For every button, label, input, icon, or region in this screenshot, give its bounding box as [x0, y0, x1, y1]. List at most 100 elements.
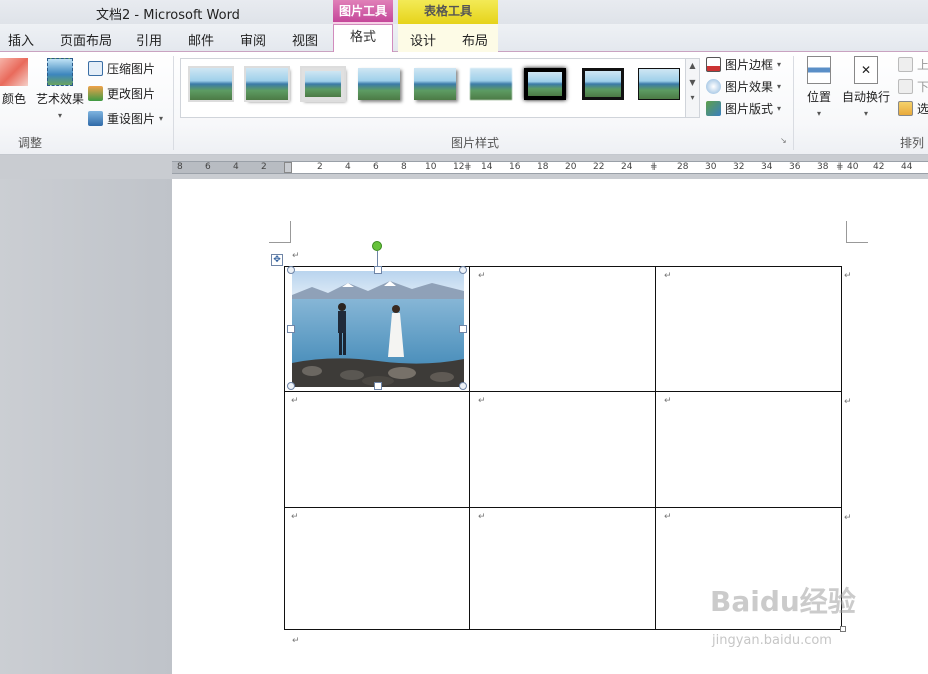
tab-page-layout[interactable]: 页面布局	[60, 30, 112, 49]
resize-handle-top-right[interactable]	[459, 266, 467, 274]
scroll-down-icon[interactable]: ▼	[686, 78, 699, 87]
ruler-number: 8	[177, 162, 183, 172]
gallery-more-icon[interactable]: ▾	[686, 93, 699, 102]
tab-insert[interactable]: 插入	[8, 30, 34, 49]
column-marker[interactable]: ⋕	[464, 162, 472, 172]
horizontal-ruler[interactable]: 8 6 4 2 2 4 6 8 10 12 ⋕ 14 16 18 20 22 2…	[0, 155, 928, 179]
style-thumb-drop-shadow[interactable]	[358, 68, 400, 100]
ruler-number: 20	[565, 162, 577, 172]
tab-mailings[interactable]: 邮件	[188, 30, 214, 49]
tab-references[interactable]: 引用	[136, 30, 162, 49]
tab-format[interactable]: 格式	[333, 24, 393, 53]
gallery-scrollbar[interactable]: ▲ ▼ ▾	[686, 58, 700, 118]
paragraph-mark: ↵	[664, 396, 672, 406]
wrap-text-label: 自动换行	[841, 90, 890, 104]
ruler-number: 10	[425, 162, 437, 172]
dialog-launcher-icon[interactable]: ↘	[780, 136, 787, 145]
artistic-effects-button[interactable]: 艺术效果 ▾	[34, 58, 86, 120]
resize-handle-bottom-left[interactable]	[287, 382, 295, 390]
indent-marker[interactable]	[284, 162, 292, 173]
resize-handle-bottom[interactable]	[374, 382, 382, 390]
window-title: 文档2 - Microsoft Word	[96, 8, 240, 23]
change-picture-button[interactable]: 更改图片	[88, 85, 155, 102]
resize-handle-top[interactable]	[374, 266, 382, 274]
tab-view[interactable]: 视图	[292, 30, 318, 49]
position-button[interactable]: 位置 ▾	[804, 56, 834, 118]
paragraph-mark: ↵	[478, 271, 486, 281]
compress-icon	[88, 61, 103, 76]
picture-styles-gallery[interactable]	[180, 58, 686, 118]
table-cell-r1c3[interactable]: ↵	[656, 267, 842, 392]
photo-image	[292, 271, 464, 387]
ruler-number: 34	[761, 162, 773, 172]
change-picture-icon	[88, 86, 103, 101]
column-marker[interactable]: ⋕	[650, 162, 658, 172]
wrap-text-button[interactable]: ✕ 自动换行 ▾	[840, 56, 892, 118]
ruler-number: 2	[317, 162, 323, 172]
arrange-group-label: 排列	[900, 136, 925, 150]
resize-handle-bottom-right[interactable]	[459, 382, 467, 390]
compress-pictures-button[interactable]: 压缩图片	[88, 60, 155, 77]
resize-handle-right[interactable]	[459, 325, 467, 333]
picture-effects-button[interactable]: 图片效果 ▾	[706, 78, 781, 95]
chevron-down-icon: ▾	[159, 114, 164, 123]
table-cell-r3c1[interactable]: ↵	[285, 508, 470, 629]
tab-design[interactable]: 设计	[410, 30, 436, 49]
resize-handle-top-left[interactable]	[287, 266, 295, 274]
style-thumb-beveled-matte[interactable]	[244, 66, 290, 102]
chevron-down-icon: ▾	[777, 60, 782, 69]
ruler-number: 6	[373, 162, 379, 172]
picture-layout-button[interactable]: 图片版式 ▾	[706, 100, 781, 117]
ruler-number: 16	[509, 162, 521, 172]
row-end-mark: ↵	[844, 397, 852, 407]
send-backward-button[interactable]: 下	[898, 78, 928, 95]
column-marker[interactable]: ⋕	[836, 162, 844, 172]
table-cell-r2c2[interactable]: ↵	[470, 392, 656, 508]
selection-pane-button[interactable]: 选	[898, 100, 928, 117]
tab-review[interactable]: 审阅	[240, 30, 266, 49]
selection-pane-icon	[898, 101, 913, 116]
picture-styles-group-label: 图片样式	[450, 136, 499, 150]
style-thumb-simple-frame-white[interactable]	[188, 66, 234, 102]
style-thumb-thick-matte-black[interactable]	[582, 68, 624, 100]
watermark-url: jingyan.baidu.com	[712, 633, 832, 648]
style-thumb-simple-frame-black[interactable]	[638, 68, 680, 100]
resize-handle-left[interactable]	[287, 325, 295, 333]
tab-layout[interactable]: 布局	[462, 30, 488, 49]
bring-forward-icon	[898, 57, 913, 72]
left-gray-pane	[0, 179, 172, 674]
inserted-photo[interactable]	[292, 271, 464, 387]
table-move-handle-icon[interactable]: ✥	[271, 254, 283, 266]
table-cell-r2c1[interactable]: ↵	[285, 392, 470, 508]
ruler-number: 44	[901, 162, 913, 172]
ruler-number: 24	[621, 162, 633, 172]
style-thumb-soft-edge[interactable]	[470, 68, 512, 100]
ruler-number: 40	[847, 162, 859, 172]
style-thumb-metal-frame[interactable]	[300, 66, 346, 102]
color-label: 颜色	[1, 92, 26, 106]
table-resize-handle[interactable]	[840, 626, 846, 632]
style-thumb-double-frame-black[interactable]	[524, 68, 566, 100]
chevron-down-icon: ▾	[863, 109, 868, 118]
scroll-up-icon[interactable]: ▲	[686, 61, 699, 70]
picture-effects-label: 图片效果	[725, 80, 774, 94]
position-label: 位置	[806, 90, 831, 104]
color-button[interactable]: 颜色	[0, 58, 28, 107]
ruler-bar[interactable]: 8 6 4 2 2 4 6 8 10 12 ⋕ 14 16 18 20 22 2…	[172, 161, 928, 174]
style-thumb-reflected[interactable]	[414, 68, 456, 100]
rotate-handle[interactable]	[372, 241, 382, 251]
group-divider	[793, 56, 794, 150]
paragraph-mark: ↵	[478, 512, 486, 522]
table-cell-r2c3[interactable]: ↵	[656, 392, 842, 508]
table-cell-r1c2[interactable]: ↵	[470, 267, 656, 392]
paragraph-mark: ↵	[478, 396, 486, 406]
chevron-down-icon: ▾	[777, 82, 782, 91]
table-cell-r3c2[interactable]: ↵	[470, 508, 656, 629]
group-divider	[173, 56, 174, 150]
bring-forward-button[interactable]: 上	[898, 56, 928, 73]
ruler-number: 22	[593, 162, 605, 172]
watermark-brand: Baidu经验	[710, 585, 856, 618]
picture-border-button[interactable]: 图片边框 ▾	[706, 56, 781, 73]
reset-picture-button[interactable]: 重设图片 ▾	[88, 110, 163, 127]
ruler-number: 6	[205, 162, 211, 172]
